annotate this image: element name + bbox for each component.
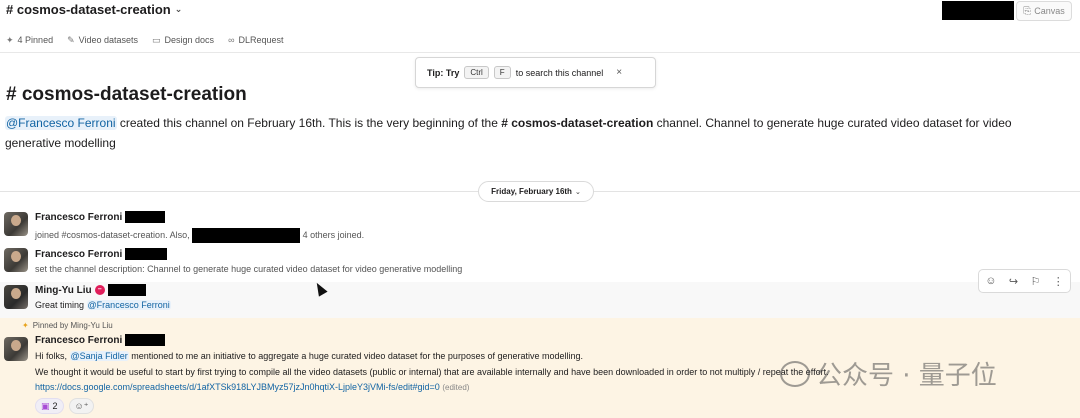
wechat-logo-icon [780, 360, 810, 387]
pin-icon: ✦ [22, 321, 29, 330]
bookmark-video-datasets[interactable]: ✎ Video datasets [67, 35, 138, 46]
message-text-a: Great timing [35, 300, 85, 310]
reaction-count: 2 [52, 401, 58, 411]
chevron-down-icon: ⌄ [574, 188, 581, 196]
redacted-block [942, 1, 1014, 20]
spreadsheet-link[interactable]: https://docs.google.com/spreadsheets/d/1… [35, 382, 440, 392]
canvas-label: Canvas [1034, 6, 1065, 16]
avatar[interactable] [4, 285, 28, 309]
bookmarks-bar: ✦ 4 Pinned ✎ Video datasets ▭ Design doc… [0, 30, 1080, 50]
pinned-by: ✦ Pinned by Ming-Yu Liu [22, 321, 113, 330]
watermark-text: 公众号 · 量子位 [816, 361, 997, 391]
message-text-a: joined #cosmos-dataset-creation. Also, [35, 229, 190, 240]
kbd-f: F [493, 66, 511, 79]
add-reaction-icon[interactable]: ☺ [985, 275, 996, 287]
folder-icon: ▭ [152, 34, 161, 45]
intro-text: @Francesco Ferroni created this channel … [5, 113, 1035, 153]
message-sender[interactable]: Francesco Ferroni [35, 211, 166, 223]
message-text-a: Hi folks, [35, 351, 68, 361]
chevron-down-icon: ⌄ [174, 4, 183, 14]
bookmark-dlrequest[interactable]: ∞ DLRequest [228, 35, 283, 45]
redacted-block [192, 228, 301, 243]
channel-name: # cosmos-dataset-creation [6, 2, 171, 17]
message-text: joined #cosmos-dataset-creation. Also, 4… [35, 228, 364, 243]
intro-title: # cosmos-dataset-creation [6, 84, 247, 105]
close-icon[interactable]: × [616, 67, 622, 78]
sender-name: Ming-Yu Liu [35, 284, 92, 296]
avatar[interactable] [4, 337, 28, 361]
pinned-by-label: Pinned by Ming-Yu Liu [32, 321, 113, 330]
redacted-block [107, 284, 146, 296]
header-divider [0, 52, 1080, 53]
message-text: Great timing @Francesco Ferroni [35, 300, 171, 310]
intro-text-a: created this channel on February 16th. T… [116, 116, 502, 130]
tip-suffix: to search this channel [515, 67, 604, 78]
watermark: 公众号 · 量子位 [780, 355, 997, 392]
mention-link[interactable]: @Sanja Fidler [69, 351, 129, 361]
do-not-disturb-icon: – [94, 285, 105, 295]
avatar[interactable] [4, 248, 28, 272]
add-reaction-button[interactable]: ☺⁺ [68, 398, 95, 414]
add-reaction-icon: ☺⁺ [74, 400, 89, 411]
reactions: ▣ 2 ☺⁺ [35, 398, 95, 414]
sender-name: Francesco Ferroni [35, 248, 123, 260]
emoji-icon: ▣ [41, 400, 50, 411]
mention-link[interactable]: @Francesco Ferroni [86, 300, 171, 310]
message-sender[interactable]: Ming-Yu Liu – [35, 284, 146, 296]
message-text-line2: We thought it would be useful to start b… [35, 367, 829, 377]
more-options-icon[interactable]: ⋮ [1053, 275, 1064, 288]
redacted-block [125, 334, 166, 346]
bookmark-label: Design docs [164, 35, 215, 45]
message-text-line1: Hi folks, @Sanja Fidler mentioned to me … [35, 351, 583, 361]
avatar[interactable] [4, 212, 28, 236]
date-divider[interactable]: Friday, February 16th ⌄ [478, 181, 594, 202]
edited-label: (edited) [442, 383, 470, 392]
bookmark-label: DLRequest [238, 35, 284, 45]
link-icon: ∞ [228, 35, 235, 45]
bookmark-design-docs[interactable]: ▭ Design docs [152, 35, 214, 46]
message-text-b: mentioned to me an initiative to aggrega… [131, 351, 584, 361]
share-icon[interactable]: ↪ [1009, 275, 1018, 288]
sender-name: Francesco Ferroni [35, 334, 123, 346]
kbd-ctrl: Ctrl [464, 66, 489, 79]
sender-name: Francesco Ferroni [35, 211, 123, 223]
bookmark-label: 4 Pinned [17, 35, 54, 45]
bookmark-pinned[interactable]: ✦ 4 Pinned [6, 35, 53, 46]
channel-title[interactable]: # cosmos-dataset-creation ⌄ [6, 2, 182, 17]
message-actions: ☺ ↪ ⚐ ⋮ [978, 269, 1071, 293]
message-sender[interactable]: Francesco Ferroni [35, 334, 166, 346]
canvas-icon: ⎘ [1023, 5, 1032, 17]
message-sender[interactable]: Francesco Ferroni [35, 248, 168, 260]
mention-link[interactable]: @Francesco Ferroni [5, 116, 117, 130]
search-tip: Tip: Try Ctrl F to search this channel × [415, 57, 656, 88]
channel-reference[interactable]: # cosmos-dataset-creation [501, 116, 653, 130]
bookmark-icon[interactable]: ⚐ [1030, 275, 1040, 288]
bookmark-label: Video datasets [78, 35, 139, 45]
pencil-icon: ✎ [67, 34, 75, 45]
canvas-button[interactable]: ⎘ Canvas [1016, 1, 1072, 21]
message-text: set the channel description: Channel to … [35, 264, 463, 274]
date-label: Friday, February 16th [491, 187, 572, 196]
redacted-block [125, 211, 166, 223]
redacted-block [125, 248, 168, 260]
reaction-chip[interactable]: ▣ 2 [35, 398, 64, 414]
message-text-b: 4 others joined. [302, 229, 365, 240]
tip-prefix: Tip: Try [427, 67, 460, 78]
channel-header: # cosmos-dataset-creation ⌄ ⎘ Canvas [0, 0, 1080, 24]
pin-icon: ✦ [6, 34, 14, 45]
message-link-line: https://docs.google.com/spreadsheets/d/1… [35, 382, 469, 392]
